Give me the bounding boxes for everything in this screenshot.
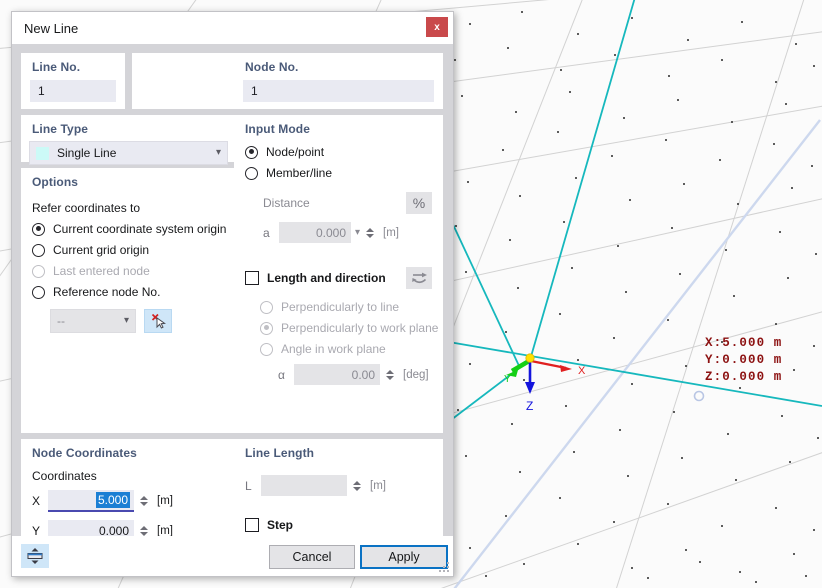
line-type-title: Line Type [32, 122, 89, 136]
distance-label: Distance [263, 196, 310, 210]
radio-label: Member/line [266, 166, 333, 180]
dialog-footer: Cancel Apply [12, 536, 453, 576]
distance-unit: [m] [383, 226, 400, 239]
options-title: Options [32, 175, 79, 189]
distance-spinner[interactable] [363, 222, 376, 243]
line-length-title: Line Length [245, 446, 315, 460]
panel-node-no: Node No. 1 [234, 53, 443, 109]
cancel-button[interactable]: Cancel [269, 545, 355, 569]
angle-label: α [278, 367, 285, 382]
coord-y-unit: [m] [157, 524, 173, 537]
percent-toggle-button[interactable]: % [406, 192, 432, 214]
line-type-combobox[interactable]: Single Line ▾ [29, 141, 228, 165]
step-label: Step [267, 518, 294, 532]
panel-line-no: Line No. 1 [21, 53, 125, 109]
line-length-spinner [350, 475, 363, 496]
radio-icon [32, 264, 45, 278]
radio-icon [245, 145, 258, 159]
radio-label: Perpendicularly to work plane [281, 321, 439, 335]
radio-last-entered-node: Last entered node [21, 264, 236, 278]
angle-input: 0.00 [294, 364, 380, 385]
radio-label: Perpendicularly to line [281, 300, 400, 314]
radio-label: Angle in work plane [281, 342, 386, 356]
chevron-down-icon: ▾ [215, 147, 221, 158]
radio-member-line[interactable]: Member/line [234, 166, 443, 180]
radio-icon [32, 222, 45, 236]
radio-reference-node-no[interactable]: Reference node No. [21, 285, 236, 299]
dialog-titlebar[interactable]: New Line x [12, 12, 453, 44]
node-no-field[interactable]: 1 [243, 80, 434, 102]
pick-node-icon[interactable] [144, 309, 172, 333]
angle-spinner [383, 364, 396, 385]
distance-field-label: a [263, 225, 270, 240]
panel-line-type: Line Type Single Line ▾ [21, 115, 236, 165]
length-direction-icon[interactable] [406, 267, 432, 289]
line-length-unit: [m] [370, 479, 386, 492]
coord-x-spinner[interactable] [137, 491, 150, 512]
node-coordinates-title: Node Coordinates [32, 446, 137, 460]
resize-grip[interactable] [439, 562, 450, 573]
panel-blank [132, 53, 236, 109]
step-checkbox-row[interactable]: Step [234, 518, 443, 532]
apply-button[interactable]: Apply [360, 545, 448, 569]
chevron-down-icon: ▾ [123, 315, 129, 326]
radio-angle-in-work-plane: Angle in work plane [234, 342, 443, 356]
coord-x-input[interactable]: 5.000 [48, 490, 134, 512]
line-length-input [261, 475, 347, 496]
radio-icon [32, 285, 45, 299]
length-and-direction-label: Length and direction [267, 271, 386, 285]
radio-icon [32, 243, 45, 257]
panel-options: Options Refer coordinates to Current coo… [21, 168, 236, 433]
node-no-title: Node No. [245, 60, 299, 74]
reference-node-value: -- [57, 314, 65, 328]
radio-icon [245, 166, 258, 180]
snap-dialog-icon[interactable] [21, 544, 49, 568]
radio-label: Current grid origin [53, 243, 150, 257]
radio-icon [260, 300, 273, 314]
origin-node-marker [525, 353, 535, 363]
chevron-down-icon[interactable]: ▾ [355, 227, 360, 238]
dialog-title: New Line [24, 20, 79, 36]
radio-icon [260, 321, 273, 335]
input-mode-title: Input Mode [245, 122, 310, 136]
line-length-label: L [245, 478, 252, 493]
angle-unit: [deg] [403, 368, 429, 381]
coord-x-label: X [32, 494, 41, 508]
distance-input[interactable]: 0.000 [279, 222, 351, 243]
dialog-body: Line No. 1 Node No. 1 Line Type Single L… [12, 44, 453, 570]
radio-perpendicularly-to-work-plane: Perpendicularly to work plane [234, 321, 443, 335]
line-type-selected-value: Single Line [57, 146, 117, 160]
axis-y-label: Y [504, 374, 511, 385]
axis-z-label: Z [526, 399, 533, 413]
close-icon[interactable]: x [426, 17, 448, 37]
radio-current-coordinate-system-origin[interactable]: Current coordinate system origin [21, 222, 236, 236]
refer-coordinates-label: Refer coordinates to [32, 201, 141, 215]
radio-icon [260, 342, 273, 356]
radio-label: Current coordinate system origin [53, 222, 227, 236]
step-checkbox[interactable] [245, 518, 259, 532]
radio-current-grid-origin[interactable]: Current grid origin [21, 243, 236, 257]
radio-node-point[interactable]: Node/point [234, 145, 443, 159]
coord-x-unit: [m] [157, 495, 173, 507]
length-and-direction-checkbox[interactable] [245, 271, 259, 285]
line-no-title: Line No. [32, 60, 81, 74]
coordinate-readout: X:5.000 m Y:0.000 m Z:0.000 m [705, 336, 783, 384]
radio-label: Reference node No. [53, 285, 161, 299]
axis-x-label: X [578, 365, 586, 377]
line-type-color-swatch [36, 146, 49, 160]
coord-x-value: 5.000 [95, 492, 130, 508]
line-no-field[interactable]: 1 [30, 80, 116, 102]
panel-input-mode: Input Mode Node/point Member/line Distan… [234, 115, 443, 433]
reference-node-combobox[interactable]: -- ▾ [50, 309, 136, 333]
radio-label: Node/point [266, 145, 325, 159]
new-line-dialog: New Line x Line No. 1 Node No. 1 Line Ty… [11, 11, 454, 577]
radio-perpendicularly-to-line: Perpendicularly to line [234, 300, 443, 314]
coordinates-label: Coordinates [32, 469, 97, 483]
radio-label: Last entered node [53, 264, 150, 278]
